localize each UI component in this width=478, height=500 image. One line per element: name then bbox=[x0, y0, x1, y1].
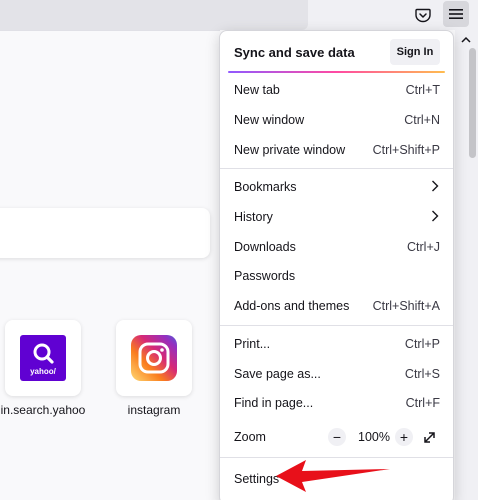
top-site-label: instagram bbox=[127, 403, 181, 417]
menu-item-label: Print... bbox=[234, 337, 271, 351]
menu-item-shortcut: Ctrl+N bbox=[404, 113, 440, 127]
menu-item-history[interactable]: History bbox=[220, 203, 453, 231]
menu-item-label: Bookmarks bbox=[234, 180, 297, 194]
pocket-button[interactable] bbox=[410, 3, 436, 27]
top-site-tile-yahoo[interactable]: yahoo/ bbox=[5, 320, 81, 396]
zoom-label: Zoom bbox=[234, 430, 266, 444]
menu-item-label: Add-ons and themes bbox=[234, 299, 350, 313]
browser-toolbar bbox=[0, 0, 478, 30]
menu-item-passwords[interactable]: Passwords bbox=[220, 262, 453, 290]
menu-item-new-tab[interactable]: New tab Ctrl+T bbox=[220, 76, 453, 104]
menu-item-label: Settings bbox=[234, 472, 280, 486]
sync-header: Sync and save data Sign In bbox=[220, 31, 453, 73]
menu-item-label: New private window bbox=[234, 143, 346, 157]
sync-title: Sync and save data bbox=[234, 45, 355, 60]
zoom-reset-button[interactable]: 100% bbox=[358, 430, 390, 444]
yahoo-search-icon: yahoo/ bbox=[20, 335, 66, 381]
menu-item-label: Find in page... bbox=[234, 396, 314, 410]
menu-item-addons-and-themes[interactable]: Add-ons and themes Ctrl+Shift+A bbox=[220, 292, 453, 320]
menu-item-label: New window bbox=[234, 113, 305, 127]
menu-item-label: Downloads bbox=[234, 240, 296, 254]
scrollbar-thumb[interactable] bbox=[469, 48, 476, 158]
sign-in-button[interactable]: Sign In bbox=[390, 39, 440, 65]
menu-item-save-page-as[interactable]: Save page as... Ctrl+S bbox=[220, 360, 453, 388]
menu-item-label: New tab bbox=[234, 83, 280, 97]
menu-item-downloads[interactable]: Downloads Ctrl+J bbox=[220, 233, 453, 261]
menu-item-find-in-page[interactable]: Find in page... Ctrl+F bbox=[220, 389, 453, 417]
menu-item-new-window[interactable]: New window Ctrl+N bbox=[220, 106, 453, 134]
top-site-tile-instagram[interactable] bbox=[116, 320, 192, 396]
menu-item-label: History bbox=[234, 210, 273, 224]
zoom-out-button[interactable]: − bbox=[328, 428, 346, 446]
menu-item-new-private-window[interactable]: New private window Ctrl+Shift+P bbox=[220, 136, 453, 164]
instagram-icon bbox=[131, 335, 177, 381]
top-site-label: in.search.yahoo bbox=[0, 403, 86, 417]
hamburger-menu-icon bbox=[449, 9, 463, 19]
menu-separator bbox=[220, 325, 453, 326]
menu-item-print[interactable]: Print... Ctrl+P bbox=[220, 330, 453, 358]
zoom-in-button[interactable]: + bbox=[395, 428, 413, 446]
chevron-right-icon bbox=[432, 180, 439, 192]
chevron-right-icon bbox=[432, 210, 439, 222]
new-tab-search-box[interactable] bbox=[0, 208, 210, 258]
menu-item-shortcut: Ctrl+Shift+P bbox=[372, 143, 440, 157]
annotation-arrow-icon bbox=[276, 460, 390, 492]
pocket-icon bbox=[415, 8, 431, 22]
scroll-up-button[interactable] bbox=[459, 32, 473, 46]
header-accent-line bbox=[228, 71, 445, 73]
yahoo-logo-text: yahoo/ bbox=[30, 367, 57, 376]
menu-item-shortcut: Ctrl+J bbox=[407, 240, 440, 254]
menu-item-label: Passwords bbox=[234, 269, 296, 283]
toolbar-divider bbox=[0, 30, 220, 31]
menu-separator bbox=[220, 168, 453, 169]
menu-item-shortcut: Ctrl+T bbox=[405, 83, 440, 97]
menu-item-shortcut: Ctrl+F bbox=[405, 396, 440, 410]
menu-item-shortcut: Ctrl+P bbox=[404, 337, 440, 351]
chevron-up-icon bbox=[461, 36, 471, 43]
menu-item-zoom: Zoom − 100% + bbox=[220, 423, 453, 451]
address-bar[interactable] bbox=[0, 0, 308, 30]
menu-item-label: Save page as... bbox=[234, 367, 321, 381]
application-menu: Sync and save data Sign In New tab Ctrl+… bbox=[219, 30, 454, 500]
menu-item-bookmarks[interactable]: Bookmarks bbox=[220, 173, 453, 201]
fullscreen-button[interactable] bbox=[420, 428, 438, 446]
menu-item-shortcut: Ctrl+S bbox=[404, 367, 440, 381]
open-application-menu-button[interactable] bbox=[443, 1, 469, 27]
menu-item-shortcut: Ctrl+Shift+A bbox=[372, 299, 440, 313]
fullscreen-expand-icon bbox=[423, 431, 435, 443]
